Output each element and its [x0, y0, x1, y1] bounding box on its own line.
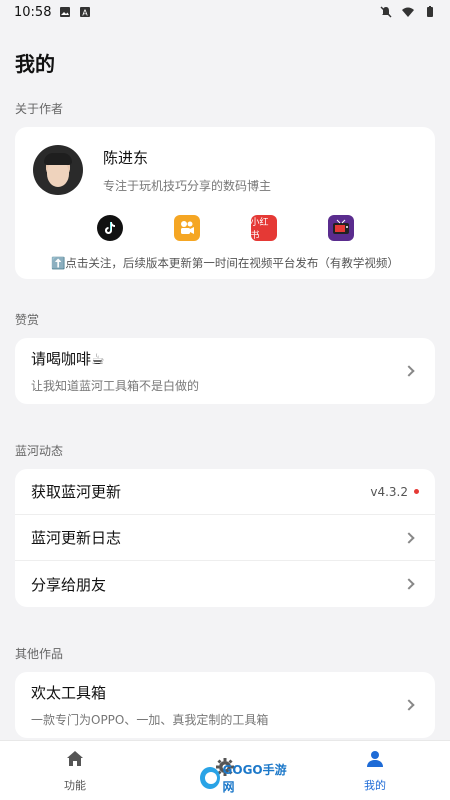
get-update-title: 获取蓝河更新 — [31, 483, 122, 501]
author-name: 陈进东 — [103, 148, 149, 167]
section-label-about: 关于作者 — [15, 102, 64, 116]
section-label-donate: 赞赏 — [15, 313, 40, 327]
watermark-text: GOGO手游网 — [222, 763, 287, 794]
page-title: 我的 — [15, 52, 55, 76]
coffee-title: 请喝咖啡☕ — [31, 350, 105, 368]
tiktok-icon[interactable] — [96, 215, 123, 241]
donate-card: 请喝咖啡☕ 让我知道蓝河工具箱不是白做的 — [15, 338, 435, 404]
huantai-title: 欢太工具箱 — [31, 684, 107, 702]
chevron-right-icon — [403, 578, 415, 590]
xiaohongshu-icon[interactable]: 小红书 — [250, 215, 277, 241]
battery-icon — [427, 6, 433, 17]
section-label-dynamics: 蓝河动态 — [15, 444, 64, 458]
coffee-row[interactable]: 请喝咖啡☕ 让我知道蓝河工具箱不是白做的 — [15, 338, 435, 404]
version-label: v4.3.2 — [370, 484, 408, 499]
huantai-subtitle: 一款专门为OPPO、一加、真我定制的工具箱 — [31, 713, 269, 727]
changelog-title: 蓝河更新日志 — [31, 529, 122, 547]
watermark-logo: GOGO手游网 — [200, 763, 290, 794]
get-update-row[interactable]: 获取蓝河更新 v4.3.2 — [15, 469, 435, 515]
wifi-icon — [402, 7, 414, 17]
xhs-label: 小红书 — [250, 218, 269, 241]
home-icon — [67, 750, 83, 766]
kuaishou-icon[interactable] — [173, 215, 200, 241]
watermark-icon — [200, 767, 220, 789]
huantai-row[interactable]: 欢太工具箱 一款专门为OPPO、一加、真我定制的工具箱 — [15, 672, 435, 738]
chevron-right-icon — [403, 699, 415, 711]
nav-functions-label: 功能 — [64, 778, 86, 792]
changelog-row[interactable]: 蓝河更新日志 — [15, 515, 435, 561]
update-dot-icon — [414, 489, 419, 494]
mute-bell-icon — [380, 6, 392, 18]
social-links: 小红书 — [31, 215, 419, 241]
section-label-others: 其他作品 — [15, 647, 64, 661]
video-tv-icon[interactable] — [327, 215, 354, 241]
avatar — [33, 145, 83, 195]
nav-functions[interactable]: 功能 — [35, 749, 115, 793]
status-bar: 10:58 A — [0, 0, 450, 24]
person-icon — [367, 750, 383, 767]
chevron-right-icon — [403, 531, 415, 544]
nav-mine-label: 我的 — [364, 778, 386, 792]
author-card: 陈进东 专注于玩机技巧分享的数码博主 小红书 ⬆️点击关注，后续版本更新第一时间… — [15, 127, 435, 279]
app-notification-icon: A — [80, 7, 91, 18]
dynamics-card: 获取蓝河更新 v4.3.2 蓝河更新日志 分享给朋友 — [15, 469, 435, 607]
follow-tip: ⬆️点击关注，后续版本更新第一时间在视频平台发布（有教学视频） — [51, 256, 399, 270]
share-row[interactable]: 分享给朋友 — [15, 561, 435, 607]
coffee-subtitle: 让我知道蓝河工具箱不是白做的 — [31, 379, 200, 393]
status-time: 10:58 — [14, 4, 52, 20]
nav-mine[interactable]: 我的 — [335, 749, 415, 793]
svg-text:A: A — [83, 9, 89, 18]
author-desc: 专注于玩机技巧分享的数码博主 — [103, 178, 272, 193]
share-title: 分享给朋友 — [31, 575, 107, 594]
chevron-right-icon — [403, 365, 415, 377]
others-card: 欢太工具箱 一款专门为OPPO、一加、真我定制的工具箱 — [15, 672, 435, 738]
image-notification-icon — [60, 7, 71, 17]
